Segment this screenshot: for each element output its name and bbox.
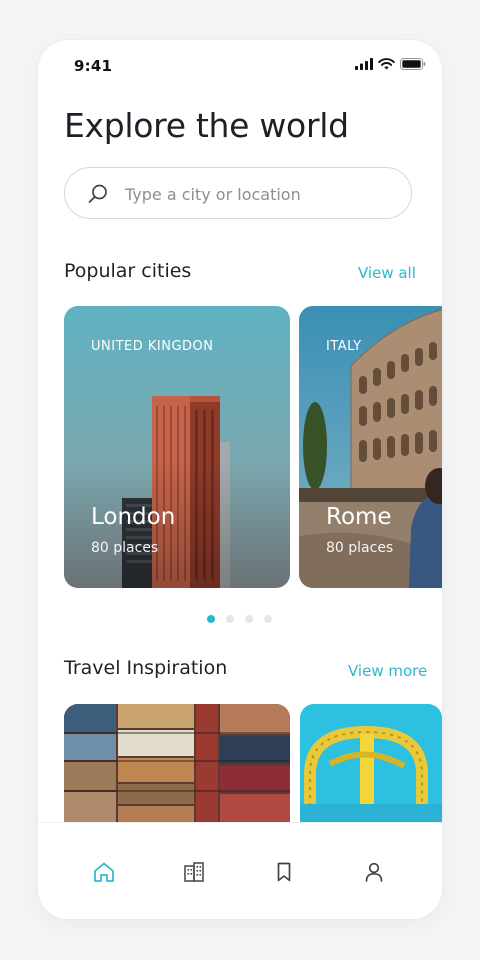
bookmark-icon	[277, 862, 291, 882]
phone-screen: 9:41 Explore the world Popular cities Vi…	[38, 40, 442, 919]
status-time: 9:41	[74, 57, 113, 75]
battery-icon	[400, 58, 426, 70]
card-city: Rome	[326, 504, 392, 530]
tab-home[interactable]	[90, 858, 118, 886]
city-carousel[interactable]: UNITED KINGDON London 80 places ITALY Ro…	[64, 306, 442, 588]
travel-inspiration-title: Travel Inspiration	[64, 657, 228, 679]
search-bar[interactable]	[64, 167, 412, 220]
home-icon	[94, 862, 114, 882]
roller-coaster-photo	[300, 704, 442, 822]
user-icon	[365, 862, 383, 882]
card-country: ITALY	[326, 339, 362, 354]
view-more-link[interactable]: View more	[348, 662, 427, 680]
card-country: UNITED KINGDON	[91, 339, 214, 354]
buildings-icon	[184, 862, 204, 882]
pagination-dot[interactable]	[245, 615, 253, 623]
status-icons	[355, 58, 426, 70]
card-city: London	[91, 504, 176, 530]
suitcases-photo	[64, 704, 290, 822]
search-input[interactable]	[123, 168, 397, 220]
view-all-link[interactable]: View all	[358, 264, 416, 282]
signal-icon	[355, 58, 373, 70]
city-card-rome[interactable]: ITALY Rome 80 places	[299, 306, 442, 588]
tab-saved[interactable]	[270, 858, 298, 886]
inspiration-card-coaster[interactable]	[300, 704, 442, 822]
bottom-tab-bar	[38, 822, 442, 919]
card-places: 80 places	[91, 540, 159, 556]
tab-profile[interactable]	[360, 858, 388, 886]
tab-places[interactable]	[180, 858, 208, 886]
pagination-dot[interactable]	[226, 615, 234, 623]
city-card-london[interactable]: UNITED KINGDON London 80 places	[64, 306, 290, 588]
wifi-icon	[378, 58, 395, 70]
carousel-pagination	[207, 615, 272, 623]
popular-cities-title: Popular cities	[64, 260, 192, 282]
page-title: Explore the world	[64, 106, 349, 145]
card-places: 80 places	[326, 540, 394, 556]
inspiration-card-suitcases[interactable]	[64, 704, 290, 822]
search-icon	[88, 184, 107, 203]
pagination-dot[interactable]	[207, 615, 215, 623]
pagination-dot[interactable]	[264, 615, 272, 623]
